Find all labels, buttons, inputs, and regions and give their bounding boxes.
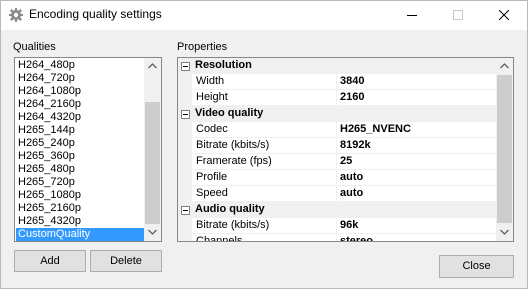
column-divider bbox=[336, 186, 337, 202]
qualities-listbox[interactable]: H264_480p H264_720p H264_1080p H264_2160p H2… bbox=[14, 57, 162, 242]
property-row[interactable]: Bitrate (kbits/s) 8192k bbox=[178, 138, 496, 154]
list-item[interactable]: CustomQuality bbox=[16, 228, 145, 241]
chevron-down-icon bbox=[148, 229, 157, 235]
qualities-label: Qualities bbox=[13, 41, 56, 53]
column-divider bbox=[336, 234, 337, 241]
property-value[interactable]: 96k bbox=[340, 219, 358, 231]
property-rows: Resolution Width 3840 Height 2160 Video quali… bbox=[178, 58, 496, 242]
list-item[interactable]: H264_1080p bbox=[16, 85, 145, 98]
close-button[interactable]: Close bbox=[439, 255, 514, 278]
close-icon bbox=[499, 10, 509, 20]
property-value[interactable]: 8192k bbox=[340, 139, 371, 151]
list-item[interactable]: H264_2160p bbox=[16, 98, 145, 111]
property-name: Profile bbox=[196, 171, 228, 183]
row-margin bbox=[178, 218, 192, 234]
row-margin bbox=[178, 170, 192, 186]
property-value[interactable]: auto bbox=[340, 187, 363, 199]
minimize-icon bbox=[407, 15, 417, 16]
category-row[interactable]: Video quality bbox=[178, 106, 496, 122]
property-value[interactable]: H265_NVENC bbox=[340, 123, 411, 135]
row-margin bbox=[178, 138, 192, 154]
column-divider bbox=[336, 138, 337, 154]
qualities-list: H264_480p H264_720p H264_1080p H264_2160p H2… bbox=[16, 59, 145, 241]
property-row[interactable]: Codec H265_NVENC bbox=[178, 122, 496, 138]
maximize-button[interactable] bbox=[435, 1, 481, 30]
list-item[interactable]: H265_2160p bbox=[16, 202, 145, 215]
chevron-up-icon bbox=[500, 63, 509, 69]
row-margin bbox=[178, 234, 192, 241]
column-divider bbox=[336, 90, 337, 106]
scroll-down-button[interactable] bbox=[144, 224, 161, 241]
property-name: Speed bbox=[196, 187, 228, 199]
list-item[interactable]: H265_144p bbox=[16, 124, 145, 137]
row-margin bbox=[178, 122, 192, 138]
property-value[interactable]: auto bbox=[340, 171, 363, 183]
scroll-thumb[interactable] bbox=[145, 102, 160, 224]
property-value[interactable]: 25 bbox=[340, 155, 352, 167]
property-name: Framerate (fps) bbox=[196, 155, 272, 167]
property-name: Bitrate (kbits/s) bbox=[196, 139, 270, 151]
add-button[interactable]: Add bbox=[14, 250, 86, 272]
list-item[interactable]: H264_480p bbox=[16, 59, 145, 72]
list-item[interactable]: H264_720p bbox=[16, 72, 145, 85]
property-name: Bitrate (kbits/s) bbox=[196, 219, 270, 231]
row-margin bbox=[178, 74, 192, 90]
column-divider bbox=[336, 122, 337, 138]
window-title: Encoding quality settings bbox=[29, 7, 162, 21]
dialog-window: Encoding quality settings Qualities Prop… bbox=[0, 0, 528, 289]
category-label: Audio quality bbox=[195, 203, 265, 215]
list-item[interactable]: H264_4320p bbox=[16, 111, 145, 124]
property-row[interactable]: Channels stereo bbox=[178, 234, 496, 242]
list-item[interactable]: H265_720p bbox=[16, 176, 145, 189]
row-margin bbox=[178, 154, 192, 170]
column-divider bbox=[336, 218, 337, 234]
properties-label: Properties bbox=[177, 41, 228, 53]
qualities-scrollbar[interactable] bbox=[144, 58, 161, 241]
property-row[interactable]: Profile auto bbox=[178, 170, 496, 186]
collapse-icon[interactable] bbox=[181, 62, 190, 71]
category-label: Resolution bbox=[195, 59, 252, 71]
chevron-up-icon bbox=[148, 63, 157, 69]
property-row[interactable]: Speed auto bbox=[178, 186, 496, 202]
title-bar[interactable]: Encoding quality settings bbox=[1, 1, 527, 30]
column-divider bbox=[336, 74, 337, 90]
chevron-down-icon bbox=[500, 229, 509, 235]
property-name: Codec bbox=[196, 123, 228, 135]
row-margin bbox=[178, 90, 192, 106]
properties-grid[interactable]: Resolution Width 3840 Height 2160 Video quali… bbox=[177, 57, 514, 242]
property-value[interactable]: 3840 bbox=[340, 75, 364, 87]
list-item[interactable]: H265_240p bbox=[16, 137, 145, 150]
delete-button[interactable]: Delete bbox=[90, 250, 162, 272]
property-row[interactable]: Height 2160 bbox=[178, 90, 496, 106]
scroll-up-button[interactable] bbox=[144, 58, 161, 75]
category-row[interactable]: Audio quality bbox=[178, 202, 496, 218]
list-item[interactable]: H265_480p bbox=[16, 163, 145, 176]
properties-scrollbar[interactable] bbox=[496, 58, 513, 241]
minimize-button[interactable] bbox=[389, 1, 435, 30]
scroll-down-button[interactable] bbox=[496, 224, 513, 241]
row-margin bbox=[178, 186, 192, 202]
scroll-up-button[interactable] bbox=[496, 58, 513, 75]
category-row[interactable]: Resolution bbox=[178, 58, 496, 74]
property-value[interactable]: stereo bbox=[340, 235, 373, 241]
maximize-icon bbox=[453, 10, 463, 20]
column-divider bbox=[336, 154, 337, 170]
property-row[interactable]: Width 3840 bbox=[178, 74, 496, 90]
collapse-icon[interactable] bbox=[181, 206, 190, 215]
gear-icon bbox=[8, 7, 24, 23]
property-name: Width bbox=[196, 75, 225, 87]
list-item[interactable]: H265_4320p bbox=[16, 215, 145, 228]
collapse-icon[interactable] bbox=[181, 110, 190, 119]
scroll-thumb[interactable] bbox=[497, 75, 512, 223]
property-name: Channels bbox=[196, 235, 243, 242]
property-value[interactable]: 2160 bbox=[340, 91, 364, 103]
list-item[interactable]: H265_360p bbox=[16, 150, 145, 163]
column-divider bbox=[336, 170, 337, 186]
property-name: Height bbox=[196, 91, 228, 103]
property-row[interactable]: Bitrate (kbits/s) 96k bbox=[178, 218, 496, 234]
list-item[interactable]: H265_1080p bbox=[16, 189, 145, 202]
property-row[interactable]: Framerate (fps) 25 bbox=[178, 154, 496, 170]
category-label: Video quality bbox=[195, 107, 264, 119]
close-window-button[interactable] bbox=[481, 1, 527, 30]
